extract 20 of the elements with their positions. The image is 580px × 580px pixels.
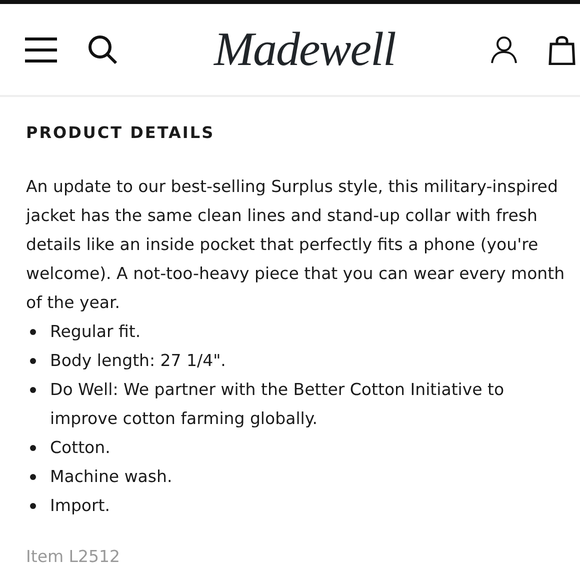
item-number: Item L2512 [26,546,121,568]
account-icon[interactable] [490,36,518,64]
bullet-icon [30,329,36,336]
product-description: An update to our best-selling Surplus style, this military-inspired jacket has the same clean lines and stand-up collar with fresh details like an inside pocket that perfectly fits a phone (you're welcome). A not-too-heavy piece that you can wear every month of the year. [26,176,566,314]
section-title: PRODUCT DETAILS [26,123,216,142]
bullet-icon [30,474,36,480]
menu-icon[interactable] [24,36,58,62]
list-item-text: Do Well: We partner with the Better Cotton Initiative to improve cotton farming globally. [50,379,506,430]
search-icon[interactable] [88,34,118,64]
bullet-icon [30,387,36,394]
shopping-bag-icon[interactable] [548,34,576,64]
bullet-icon [30,358,36,364]
bullet-icon [30,503,36,510]
logo[interactable]: Madewell [214,26,396,74]
list-item-text: Import. [50,495,112,518]
list-item-text: Cotton. [50,437,112,460]
list-item-text: Machine wash. [50,466,174,488]
list-item-text: Regular fit. [50,321,142,344]
bullet-icon [30,445,36,452]
list-item-text: Body length: 27 1/4". [50,350,227,372]
